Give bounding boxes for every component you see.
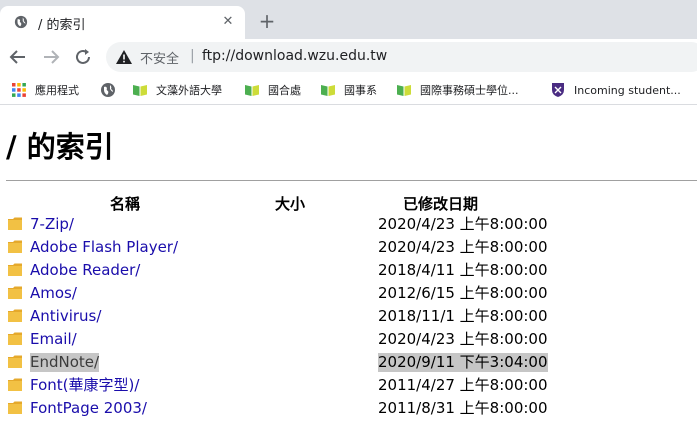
- reload-icon[interactable]: [73, 47, 93, 67]
- bookmark-guohechu[interactable]: 國合處: [244, 81, 301, 99]
- bookmark-label: 國事系: [344, 84, 377, 97]
- page-title: / 的索引: [6, 130, 114, 164]
- shield-icon: [552, 83, 564, 97]
- modified-date: 2020/4/23 上午8:00:00: [378, 330, 548, 348]
- table-row: Email/2020/4/23 上午8:00:00: [0, 328, 697, 351]
- folder-icon: [8, 332, 22, 345]
- folder-link[interactable]: Amos/: [30, 284, 77, 303]
- folder-link[interactable]: Email/: [30, 330, 77, 349]
- bookmark-label: 應用程式: [35, 84, 79, 97]
- folder-icon: [8, 217, 22, 230]
- bookmark-incoming-student[interactable]: Incoming student...: [550, 81, 681, 99]
- folder-link[interactable]: 7-Zip/: [30, 215, 74, 234]
- bookmark-label: 文藻外語大學: [156, 84, 222, 97]
- folder-icon: [8, 401, 22, 414]
- book-icon: [397, 85, 411, 96]
- folder-link[interactable]: Adobe Reader/: [30, 261, 140, 280]
- address-bar[interactable]: 不安全 | ftp://download.wzu.edu.tw: [106, 42, 697, 72]
- bookmarks-bar: 應用程式 文藻外語大學 國合處 國事系 國際事務碩士學位... Incoming…: [0, 75, 697, 105]
- table-row: 7-Zip/2020/4/23 上午8:00:00: [0, 213, 697, 236]
- column-header-name[interactable]: 名稱: [110, 193, 140, 214]
- tab-title: / 的索引: [38, 18, 86, 33]
- table-row: EndNote/2020/9/11 下午3:04:00: [0, 351, 697, 374]
- close-tab-icon[interactable]: ✕: [220, 14, 236, 30]
- bookmark-label: 國合處: [268, 84, 301, 97]
- modified-date: 2011/8/31 上午8:00:00: [378, 399, 548, 417]
- address-separator: |: [190, 48, 195, 64]
- tab-strip: / 的索引 ✕ +: [0, 0, 697, 39]
- book-icon: [133, 85, 147, 96]
- column-header-size[interactable]: 大小: [275, 193, 305, 214]
- bookmark-label: 國際事務碩士學位...: [420, 84, 519, 97]
- forward-arrow-icon[interactable]: [41, 47, 61, 67]
- folder-link[interactable]: Antivirus/: [30, 307, 101, 326]
- modified-date: 2011/4/27 上午8:00:00: [378, 376, 548, 394]
- bookmark-master-program[interactable]: 國際事務碩士學位...: [396, 81, 519, 99]
- tab-active[interactable]: / 的索引 ✕: [0, 6, 245, 39]
- folder-link[interactable]: Adobe Flash Player/: [30, 238, 178, 257]
- bookmark-globe[interactable]: [100, 81, 116, 99]
- modified-date: 2012/6/15 上午8:00:00: [378, 284, 548, 302]
- column-header-modified[interactable]: 已修改日期: [403, 193, 478, 214]
- not-secure-label[interactable]: 不安全: [140, 48, 179, 67]
- book-icon: [245, 85, 259, 96]
- folder-icon: [8, 355, 22, 368]
- folder-link[interactable]: Font(華康字型)/: [30, 376, 139, 395]
- heading-divider: [6, 180, 697, 181]
- book-icon: [321, 85, 335, 96]
- modified-date: 2020/4/23 上午8:00:00: [378, 238, 548, 256]
- table-row: FontPage 2003/2011/8/31 上午8:00:00: [0, 397, 697, 420]
- globe-icon: [101, 83, 115, 97]
- folder-link[interactable]: FontPage 2003/: [30, 399, 147, 418]
- table-row: Font(華康字型)/ 2011/4/27 上午8:00:00: [0, 374, 697, 397]
- table-row: Amos/2012/6/15 上午8:00:00: [0, 282, 697, 305]
- new-tab-icon[interactable]: +: [257, 11, 277, 31]
- folder-icon: [8, 378, 22, 391]
- url-text[interactable]: ftp://download.wzu.edu.tw: [202, 48, 387, 64]
- table-row: Adobe Reader/2018/4/11 上午8:00:00: [0, 259, 697, 282]
- apps-grid-icon: [12, 83, 26, 97]
- modified-date: 2018/11/1 上午8:00:00: [378, 307, 548, 325]
- globe-icon: [14, 15, 28, 29]
- modified-date: 2018/4/11 上午8:00:00: [378, 261, 548, 279]
- table-row: Antivirus/2018/11/1 上午8:00:00: [0, 305, 697, 328]
- folder-icon: [8, 286, 22, 299]
- toolbar: 不安全 | ftp://download.wzu.edu.tw: [0, 39, 697, 75]
- folder-icon: [8, 263, 22, 276]
- back-arrow-icon[interactable]: [8, 47, 28, 67]
- warning-triangle-icon[interactable]: [116, 50, 132, 64]
- folder-icon: [8, 309, 22, 322]
- modified-date: 2020/9/11 下午3:04:00: [378, 353, 548, 372]
- folder-link[interactable]: EndNote/: [30, 353, 100, 372]
- bookmark-guoshixi[interactable]: 國事系: [320, 81, 377, 99]
- bookmark-label: Incoming student...: [574, 83, 681, 97]
- bookmark-wenzao[interactable]: 文藻外語大學: [132, 81, 222, 99]
- table-row: Adobe Flash Player/2020/4/23 上午8:00:00: [0, 236, 697, 259]
- folder-icon: [8, 240, 22, 253]
- modified-date: 2020/4/23 上午8:00:00: [378, 215, 548, 233]
- bookmark-apps[interactable]: 應用程式: [11, 81, 79, 99]
